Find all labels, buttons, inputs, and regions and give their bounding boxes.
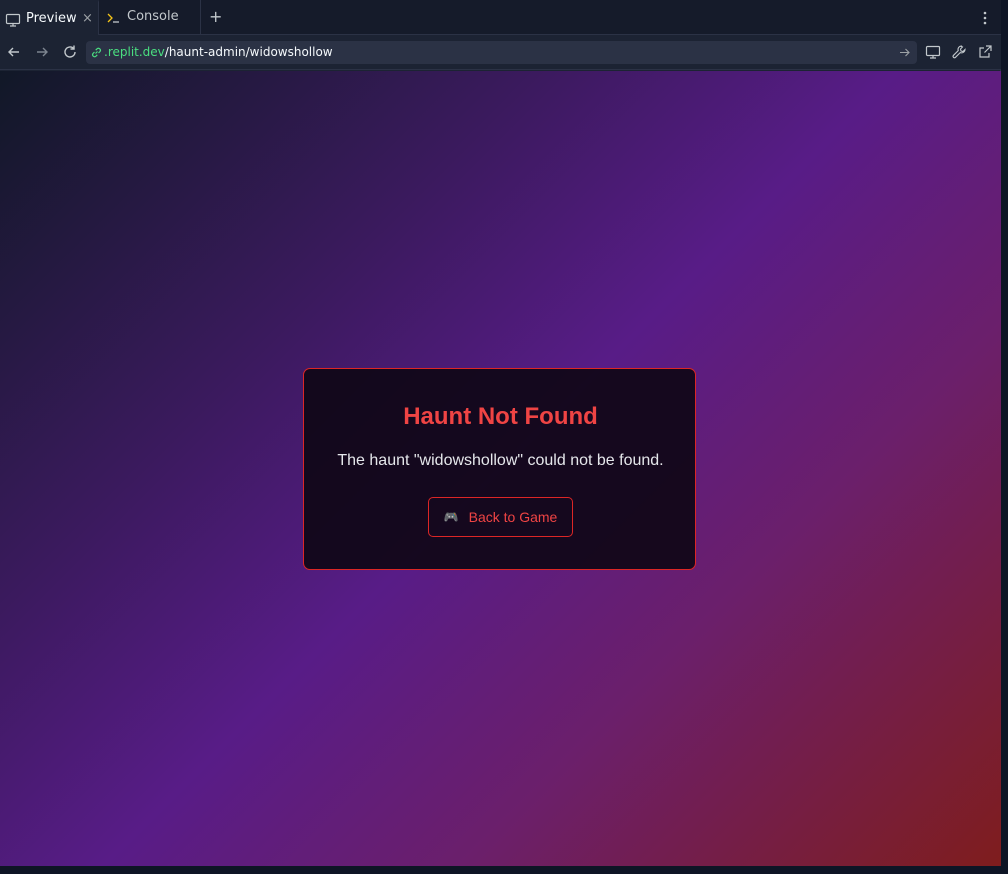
url-path: /haunt-admin/widowshollow <box>164 45 333 59</box>
external-link-icon[interactable] <box>977 44 993 60</box>
arrow-right-icon[interactable] <box>34 44 50 60</box>
arrow-left-icon[interactable] <box>6 44 22 60</box>
gamepad-icon: 🎮 <box>443 510 459 524</box>
monitor-icon <box>5 12 21 28</box>
tab-preview[interactable]: Preview × <box>0 0 99 35</box>
tab-bar: Preview × Console + <box>0 0 1001 35</box>
wrench-icon[interactable] <box>951 44 967 60</box>
kebab-menu-icon[interactable] <box>980 9 990 27</box>
back-to-game-label: Back to Game <box>468 509 558 525</box>
arrow-right-icon[interactable] <box>898 46 911 59</box>
back-to-game-button[interactable]: 🎮 Back to Game <box>428 497 573 537</box>
address-row: .replit.dev/haunt-admin/widowshollow <box>0 35 1001 70</box>
tab-preview-label: Preview <box>26 11 77 26</box>
terminal-icon <box>106 10 122 26</box>
add-tab-button[interactable]: + <box>209 7 222 26</box>
not-found-card: Haunt Not Found The haunt "widowshollow"… <box>303 368 696 570</box>
monitor-icon[interactable] <box>925 44 941 60</box>
tab-console[interactable]: Console <box>99 0 201 35</box>
browser-window: Preview × Console + .replit.dev/haunt-ad… <box>0 0 1001 866</box>
url-input[interactable]: .replit.dev/haunt-admin/widowshollow <box>86 41 917 64</box>
tab-console-label: Console <box>127 9 179 24</box>
url-domain: .replit.dev <box>104 45 165 59</box>
url-text: .replit.dev/haunt-admin/widowshollow <box>104 45 333 59</box>
error-message: The haunt "widowshollow" could not be fo… <box>337 452 664 469</box>
window-bottom-edge <box>0 866 1008 874</box>
reload-icon[interactable] <box>62 44 78 60</box>
window-edge <box>1001 0 1008 874</box>
close-icon[interactable]: × <box>82 11 93 26</box>
preview-viewport: Haunt Not Found The haunt "widowshollow"… <box>0 71 1001 866</box>
page-title: Haunt Not Found <box>403 403 598 430</box>
link-icon <box>90 46 103 59</box>
